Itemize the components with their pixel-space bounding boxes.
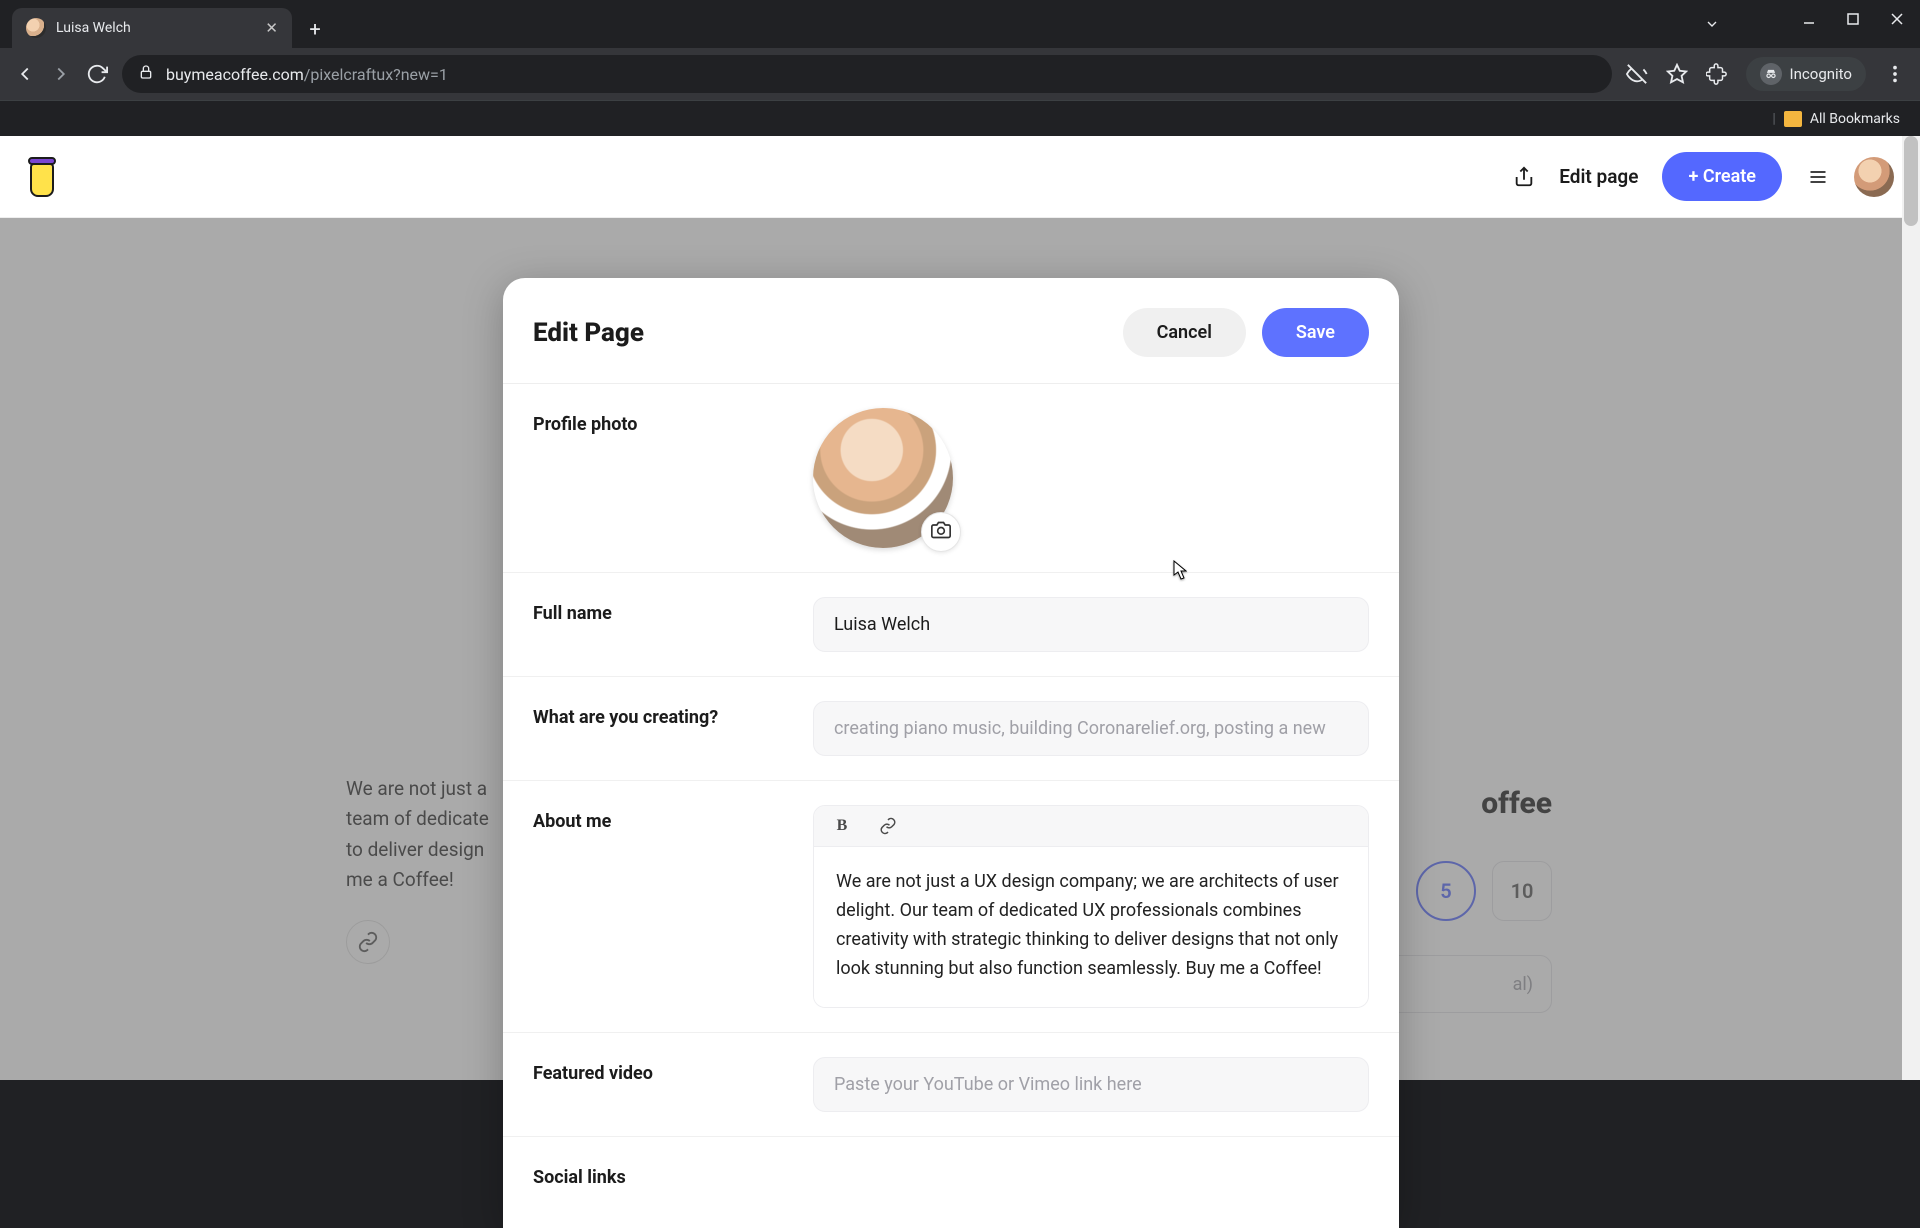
url-host: buymeacoffee.com	[166, 65, 304, 84]
creating-input[interactable]	[813, 701, 1369, 756]
full-name-label: Full name	[533, 597, 789, 652]
about-me-label: About me	[533, 805, 789, 1008]
incognito-label: Incognito	[1790, 65, 1852, 83]
page-content: Edit page + Create We are not just a tea…	[0, 136, 1920, 1080]
new-tab-button[interactable]: +	[298, 12, 332, 46]
create-button[interactable]: + Create	[1662, 152, 1782, 201]
address-bar: buymeacoffee.com/pixelcraftux?new=1 Inco…	[0, 48, 1920, 100]
page-scrollbar[interactable]	[1902, 136, 1920, 1080]
camera-icon	[931, 520, 951, 544]
window-minimize-icon[interactable]	[1800, 10, 1818, 28]
save-button[interactable]: Save	[1262, 308, 1369, 357]
bookmarks-bar: | All Bookmarks	[0, 100, 1920, 136]
tab-close-icon[interactable]: ✕	[265, 21, 278, 36]
tab-favicon	[26, 18, 46, 38]
window-controls	[1800, 10, 1906, 28]
incognito-chip[interactable]: Incognito	[1746, 57, 1866, 91]
edit-page-modal: Edit Page Cancel Save Profile photo	[503, 278, 1399, 1228]
hamburger-menu-icon[interactable]	[1806, 167, 1830, 187]
modal-title: Edit Page	[533, 318, 644, 348]
share-icon[interactable]	[1513, 166, 1535, 188]
bold-button[interactable]: B	[830, 814, 854, 838]
about-editor: B We are not just a UX design company; w…	[813, 805, 1369, 1008]
featured-video-label: Featured video	[533, 1057, 789, 1112]
bmc-logo-icon[interactable]	[26, 157, 58, 197]
window-maximize-icon[interactable]	[1844, 10, 1862, 28]
extensions-icon[interactable]	[1706, 63, 1728, 85]
incognito-icon	[1760, 63, 1782, 85]
social-links-label: Social links	[533, 1161, 789, 1188]
tab-dropdown-icon[interactable]	[1704, 16, 1720, 36]
page-body-background: We are not just a team of dedicate to de…	[0, 218, 1902, 1080]
scrollbar-thumb[interactable]	[1904, 136, 1918, 226]
change-photo-button[interactable]	[921, 512, 961, 552]
tracking-eye-off-icon[interactable]	[1626, 63, 1648, 85]
about-textarea[interactable]: We are not just a UX design company; we …	[814, 847, 1368, 1007]
bookmarks-folder-icon	[1784, 111, 1802, 127]
tab-title: Luisa Welch	[56, 20, 131, 36]
tab-bar: Luisa Welch ✕ +	[0, 0, 1920, 48]
site-lock-icon	[138, 64, 154, 84]
all-bookmarks-link[interactable]: All Bookmarks	[1810, 111, 1900, 127]
url-field[interactable]: buymeacoffee.com/pixelcraftux?new=1	[122, 55, 1612, 93]
edit-page-link[interactable]: Edit page	[1559, 165, 1638, 188]
nav-reload-icon[interactable]	[86, 63, 108, 85]
creating-label: What are you creating?	[533, 701, 789, 756]
link-button[interactable]	[876, 814, 900, 838]
cancel-button[interactable]: Cancel	[1123, 308, 1246, 357]
app-header: Edit page + Create	[0, 136, 1920, 218]
profile-photo-label: Profile photo	[533, 408, 789, 548]
profile-photo	[813, 408, 953, 548]
user-avatar[interactable]	[1854, 157, 1894, 197]
url-path: /pixelcraftux?new=1	[304, 65, 448, 84]
browser-chrome: Luisa Welch ✕ + buymeacoffee.com/pixelcr…	[0, 0, 1920, 136]
nav-forward-icon[interactable]	[50, 63, 72, 85]
window-close-icon[interactable]	[1888, 10, 1906, 28]
about-toolbar: B	[814, 806, 1368, 847]
browser-menu-icon[interactable]	[1884, 63, 1906, 85]
full-name-input[interactable]	[813, 597, 1369, 652]
featured-video-input[interactable]	[813, 1057, 1369, 1112]
bookmark-star-icon[interactable]	[1666, 63, 1688, 85]
nav-back-icon[interactable]	[14, 63, 36, 85]
browser-tab[interactable]: Luisa Welch ✕	[12, 8, 292, 48]
